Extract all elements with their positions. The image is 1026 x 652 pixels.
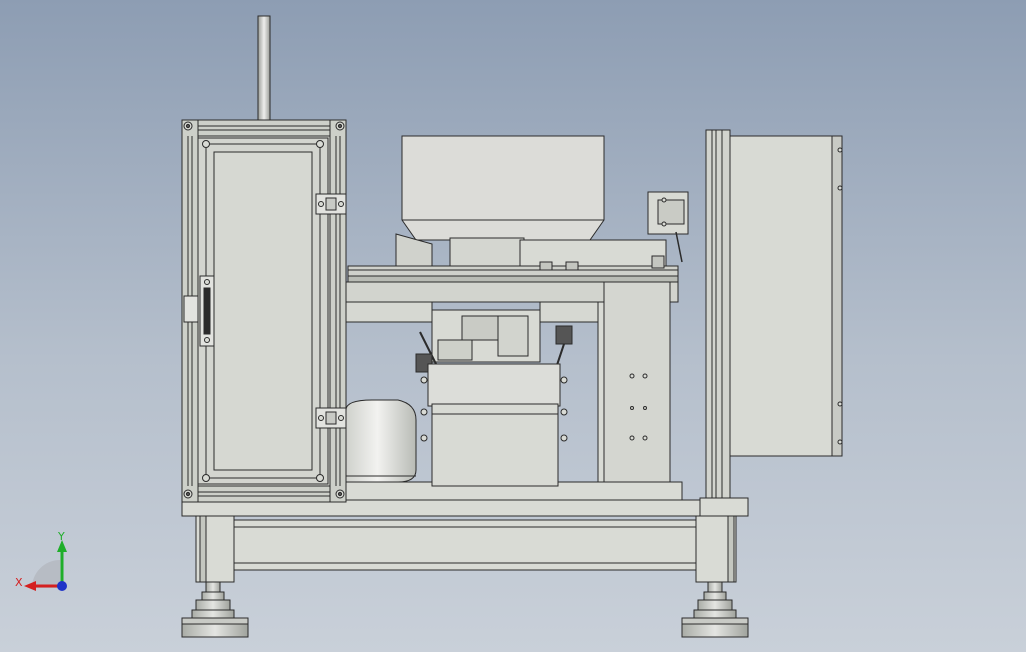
hinge-top — [315, 193, 347, 215]
leveling-foot-right — [681, 581, 749, 638]
triad-y-label: Y — [58, 530, 65, 543]
signal-pole — [257, 15, 271, 121]
hinge-bottom — [315, 407, 347, 429]
feed-hopper — [401, 135, 605, 241]
coordinate-triad — [24, 540, 67, 591]
vibrator-drive — [415, 309, 573, 487]
base-frame — [181, 499, 749, 583]
right-enclosure — [699, 129, 843, 517]
conveyor-tray — [347, 233, 679, 283]
machine-model-view[interactable] — [0, 0, 1026, 652]
triad-x-label: X — [15, 576, 23, 589]
air-tank — [345, 399, 417, 483]
leveling-foot-left — [181, 581, 249, 638]
cad-viewport[interactable]: Y X — [0, 0, 1026, 652]
